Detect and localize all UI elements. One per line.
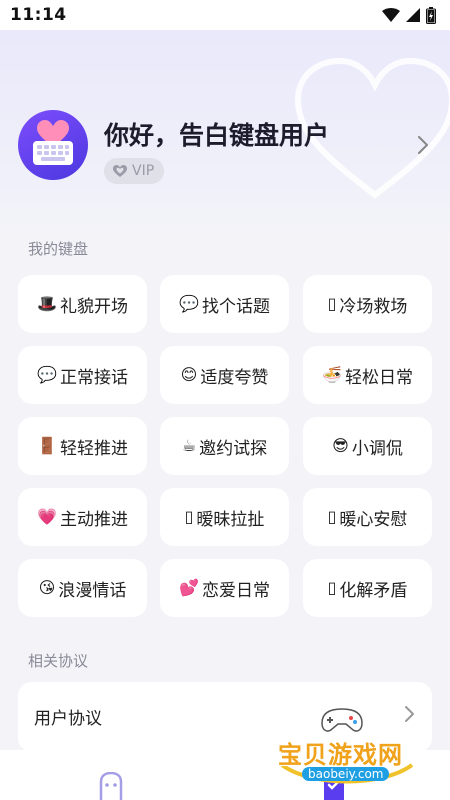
missing-glyph-icon: ▯ — [327, 294, 337, 313]
keyboard-item[interactable]: 💬 找个话题 — [160, 275, 289, 333]
keyboard-item-label: 化解矛盾 — [339, 580, 408, 601]
keyboard-item-label: 适度夸赞 — [200, 367, 269, 388]
vip-badge[interactable]: VIP — [104, 158, 165, 184]
keyboard-item-label: 主动推进 — [59, 509, 128, 530]
keyboard-item-label: 轻松日常 — [344, 367, 413, 388]
keyboard-item-label: 礼貌开场 — [59, 296, 128, 317]
battery-charging-icon — [426, 6, 436, 24]
avatar[interactable] — [18, 110, 88, 180]
vip-heart-icon — [113, 165, 127, 177]
status-time: 11:14 — [10, 5, 67, 25]
keyboard-item[interactable]: ▯ 化解矛盾 — [303, 559, 432, 617]
keyboard-item-label: 小调侃 — [351, 438, 403, 459]
hot-drink-icon: ☕ — [181, 436, 197, 455]
watermark: 宝贝游戏网 baobeiy.com — [272, 705, 422, 795]
status-bar: 11:14 — [0, 0, 450, 30]
heart-icon: 💗 — [37, 507, 57, 526]
vip-label: VIP — [132, 163, 155, 179]
two-hearts-icon: 💕 — [179, 578, 199, 597]
chevron-right-icon[interactable] — [418, 136, 428, 154]
kissing-face-icon: 😘 — [38, 578, 56, 597]
blushing-face-icon: 😊 — [180, 365, 198, 384]
keyboard-item[interactable]: 🍜 轻松日常 — [303, 346, 432, 404]
profile-header[interactable]: 你好，告白键盘用户 VIP — [18, 110, 432, 190]
keyboard-item[interactable]: 🎩 礼貌开场 — [18, 275, 147, 333]
keyboard-item[interactable]: 😎 小调侃 — [303, 417, 432, 475]
keyboard-item-label: 恋爱日常 — [201, 580, 270, 601]
missing-glyph-icon: ▯ — [184, 507, 194, 526]
keyboard-item[interactable]: ▯ 暧昧拉扯 — [160, 488, 289, 546]
sunglasses-face-icon: 😎 — [332, 436, 349, 455]
speech-bubble-icon: 💬 — [37, 365, 57, 384]
keyboard-item-label: 暖心安慰 — [339, 509, 408, 530]
keyboard-item-label: 浪漫情话 — [58, 580, 127, 601]
missing-glyph-icon: ▯ — [327, 507, 337, 526]
keyboard-item-label: 邀约试探 — [199, 438, 268, 459]
top-hat-icon: 🎩 — [37, 294, 57, 313]
keyboard-item[interactable]: ☕ 邀约试探 — [160, 417, 289, 475]
keyboard-item[interactable]: ▯ 冷场救场 — [303, 275, 432, 333]
keyboard-item-label: 轻轻推进 — [59, 438, 128, 459]
missing-glyph-icon: ▯ — [327, 578, 337, 597]
user-agreement-label: 用户协议 — [34, 709, 102, 729]
keyboard-item-label: 暧昧拉扯 — [196, 509, 265, 530]
keyboard-item-label: 找个话题 — [201, 296, 270, 317]
keyboard-heart-logo-icon — [33, 120, 73, 165]
watermark-text: 宝贝游戏网 — [278, 741, 403, 769]
noodle-bowl-icon: 🍜 — [322, 365, 342, 384]
greeting-title: 你好，告白键盘用户 — [104, 121, 330, 150]
keyboard-item[interactable]: 🚪 轻轻推进 — [18, 417, 147, 475]
section-title-related-agreements: 相关协议 — [28, 652, 89, 670]
home-tab-icon[interactable] — [95, 772, 127, 800]
section-title-my-keyboard: 我的键盘 — [28, 240, 89, 258]
watermark-url: baobeiy.com — [302, 767, 390, 781]
keyboard-item[interactable]: ▯ 暖心安慰 — [303, 488, 432, 546]
keyboard-item[interactable]: 😘 浪漫情话 — [18, 559, 147, 617]
speech-bubble-icon: 💬 — [179, 294, 199, 313]
keyboard-item[interactable]: 😊 适度夸赞 — [160, 346, 289, 404]
keyboard-item[interactable]: 💬 正常接话 — [18, 346, 147, 404]
keyboard-item-label: 正常接话 — [59, 367, 128, 388]
keyboard-item-label: 冷场救场 — [339, 296, 408, 317]
keyboard-item[interactable]: 💕 恋爱日常 — [160, 559, 289, 617]
wifi-icon — [382, 8, 400, 22]
door-icon: 🚪 — [37, 436, 57, 455]
keyboard-item[interactable]: 💗 主动推进 — [18, 488, 147, 546]
cellular-signal-icon — [406, 8, 420, 22]
